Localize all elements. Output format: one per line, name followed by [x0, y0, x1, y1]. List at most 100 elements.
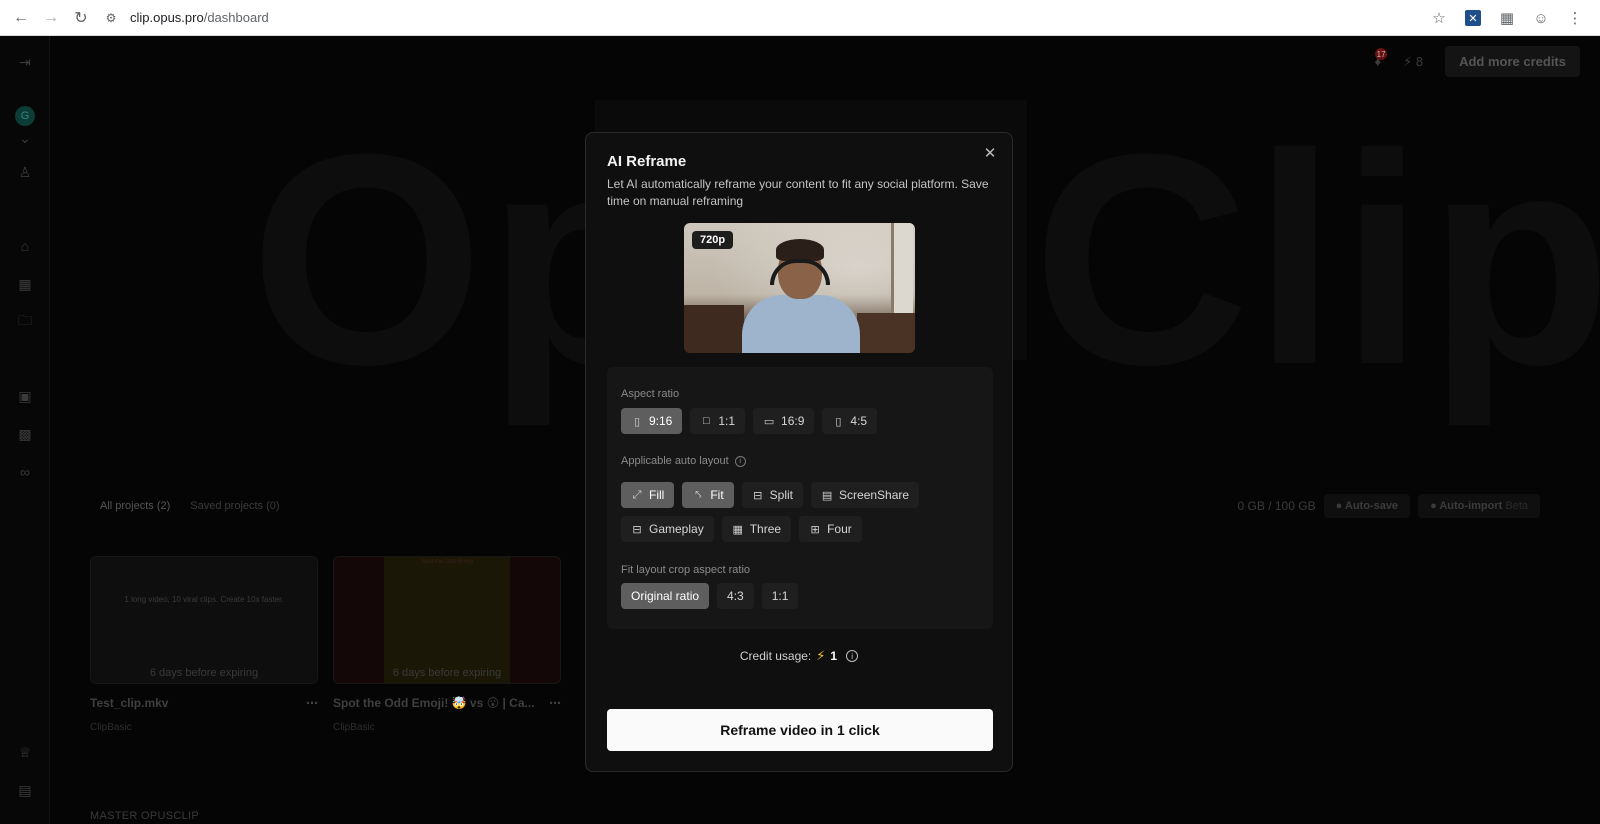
three-grid-icon: ▦: [732, 523, 743, 536]
reframe-options-panel: Aspect ratio ▯ 9:16 □ 1:1 ▭ 16:9 ▯ 4:5 Appli…: [607, 367, 993, 629]
credit-usage-value: 1: [830, 649, 838, 663]
crop-option-original[interactable]: Original ratio: [621, 583, 710, 609]
apps-icon[interactable]: ▦: [15, 274, 35, 294]
storage-usage: 0 GB / 100 GB: [1237, 499, 1316, 513]
auto-layout-options-row1: ⤢ Fill ⤣ Fit ⊟ Split ▤ ScreenShare: [621, 482, 920, 508]
back-arrow-icon[interactable]: ←: [6, 3, 36, 33]
thumbnail-text: Spot the Odd Emoji: [420, 559, 474, 565]
browser-menu-icon[interactable]: ⋮: [1560, 3, 1590, 33]
auto-import-label: Auto-import: [1439, 500, 1503, 512]
layout-option-label: ScreenShare: [839, 488, 910, 502]
project-title: Test_clip.mkv: [90, 696, 169, 710]
project-thumbnail[interactable]: 1 long video, 10 viral clips. Create 10x…: [90, 556, 318, 684]
layout-option-label: Four: [827, 522, 852, 536]
calendar-icon[interactable]: ▣: [15, 386, 35, 406]
video-preview: 720p: [684, 223, 915, 353]
browser-actions: ☆ ✕ ▦ ☺ ⋮: [1424, 3, 1590, 33]
url-path: /dashboard: [203, 10, 269, 25]
crop-option-1-1[interactable]: 1:1: [761, 583, 799, 609]
expiry-label: 6 days before expiring: [149, 667, 259, 679]
layout-option-label: Gameplay: [649, 522, 704, 536]
crop-option-4-3[interactable]: 4:3: [717, 583, 754, 609]
more-options-icon[interactable]: ⋯: [306, 696, 318, 710]
project-card[interactable]: 1 long video, 10 viral clips. Create 10x…: [90, 556, 318, 733]
preview-person-hair: [776, 239, 824, 261]
aspect-option-1-1[interactable]: □ 1:1: [690, 408, 746, 434]
layout-option-fill[interactable]: ⤢ Fill: [621, 482, 675, 508]
layout-option-three[interactable]: ▦ Three: [721, 516, 792, 542]
avatar[interactable]: G: [15, 106, 35, 126]
project-thumbnail[interactable]: Spot the Odd Emoji 6 days before expirin…: [333, 556, 561, 684]
credits-count: 8: [1415, 53, 1424, 69]
aspect-option-label: 4:5: [850, 414, 868, 428]
split-icon: ⊟: [753, 489, 763, 502]
storage-bar: 0 GB / 100 GB ● Auto-save ● Auto-import …: [1238, 494, 1540, 518]
aspect-option-16-9[interactable]: ▭ 16:9: [753, 408, 815, 434]
auto-import-toggle[interactable]: ● Auto-import Beta: [1418, 494, 1540, 518]
aspect-ratio-options: ▯ 9:16 □ 1:1 ▭ 16:9 ▯ 4:5: [621, 408, 878, 434]
tab-saved-projects[interactable]: Saved projects (0): [190, 500, 279, 512]
gameplay-icon: ⊟: [632, 523, 642, 536]
layout-option-split[interactable]: ⊟ Split: [741, 482, 804, 508]
address-bar[interactable]: ⚙ clip.opus.pro/dashboard: [102, 9, 269, 27]
crown-icon[interactable]: ♕: [15, 742, 35, 762]
notification-bell-icon[interactable]: ♦ 17: [1374, 48, 1388, 69]
auto-layout-options-row2: ⊟ Gameplay ▦ Three ⊞ Four: [621, 516, 862, 542]
modal-title: AI Reframe: [607, 153, 687, 170]
browser-toolbar: ← → ↻ ⚙ clip.opus.pro/dashboard ☆ ✕ ▦ ☺ …: [0, 0, 1600, 36]
layout-option-four[interactable]: ⊞ Four: [799, 516, 862, 542]
shrink-icon: ⤣: [695, 488, 702, 501]
aspect-option-label: 1:1: [718, 414, 736, 428]
chevron-down-icon[interactable]: ⌄: [15, 128, 35, 148]
four-grid-icon: ⊞: [810, 523, 820, 536]
analytics-icon[interactable]: ▩: [15, 424, 35, 444]
link-icon[interactable]: ∞: [15, 462, 35, 482]
sidebar: ⇥ G ⌄ ♙ ⌂ ▦ 🗀 ▣ ▩ ∞ ♕ ▤: [0, 36, 50, 824]
info-icon[interactable]: i: [734, 455, 746, 467]
layout-option-label: Split: [769, 488, 794, 502]
add-credits-button[interactable]: Add more credits: [1445, 46, 1580, 77]
project-title-row: Spot the Odd Emoji! 🤯 vs 😮 | Ca... ⋯: [333, 696, 561, 710]
lightning-bolt-icon: ⚡: [816, 648, 826, 663]
url-host: clip.opus.pro: [130, 10, 204, 25]
extensions-puzzle-icon[interactable]: ▦: [1492, 3, 1522, 33]
tab-all-projects[interactable]: All projects (2): [100, 500, 170, 512]
auto-save-label: Auto-save: [1344, 500, 1399, 512]
info-icon[interactable]: i: [846, 650, 859, 662]
layout-option-label: Fill: [649, 488, 665, 502]
aspect-ratio-label-text: Aspect ratio: [621, 388, 680, 400]
site-info-icon[interactable]: ⚙: [102, 9, 120, 27]
book-icon[interactable]: ▤: [15, 780, 35, 800]
add-user-icon[interactable]: ♙: [15, 162, 35, 182]
folder-icon[interactable]: 🗀: [15, 312, 35, 332]
layout-option-label: Fit: [710, 488, 724, 502]
screenshare-icon: ▤: [821, 489, 833, 502]
credit-usage-label: Credit usage:: [739, 649, 812, 663]
more-options-icon[interactable]: ⋯: [549, 696, 561, 710]
expand-sidebar-icon[interactable]: ⇥: [15, 52, 35, 72]
beta-badge: Beta: [1505, 500, 1528, 512]
forward-arrow-icon[interactable]: →: [36, 3, 66, 33]
reframe-video-button[interactable]: Reframe video in 1 click: [607, 709, 993, 751]
bookmark-star-icon[interactable]: ☆: [1424, 3, 1454, 33]
extension-x-icon[interactable]: ✕: [1465, 10, 1481, 26]
aspect-option-4-5[interactable]: ▯ 4:5: [822, 408, 878, 434]
layout-option-gameplay[interactable]: ⊟ Gameplay: [621, 516, 714, 542]
aspect-option-9-16[interactable]: ▯ 9:16: [621, 408, 683, 434]
reload-icon[interactable]: ↻: [66, 3, 96, 33]
thumbnail-text: 1 long video, 10 viral clips. Create 10x…: [124, 595, 284, 604]
preview-chair-left: [684, 305, 744, 353]
close-icon[interactable]: ✕: [982, 145, 998, 162]
layout-option-screenshare[interactable]: ▤ ScreenShare: [811, 482, 920, 508]
project-card[interactable]: Spot the Odd Emoji 6 days before expirin…: [333, 556, 561, 733]
thumbnail-panel: [384, 557, 510, 683]
profile-icon[interactable]: ☺: [1526, 3, 1556, 33]
home-icon[interactable]: ⌂: [15, 236, 35, 256]
credits-indicator: ⚡ 8: [1403, 53, 1424, 69]
auto-save-toggle[interactable]: ● Auto-save: [1323, 494, 1411, 518]
preview-person-body: [742, 295, 860, 353]
layout-option-label: Three: [749, 522, 782, 536]
layout-option-fit[interactable]: ⤣ Fit: [682, 482, 734, 508]
preview-chair-right: [857, 313, 915, 353]
expand-icon: ⤢: [632, 488, 642, 501]
